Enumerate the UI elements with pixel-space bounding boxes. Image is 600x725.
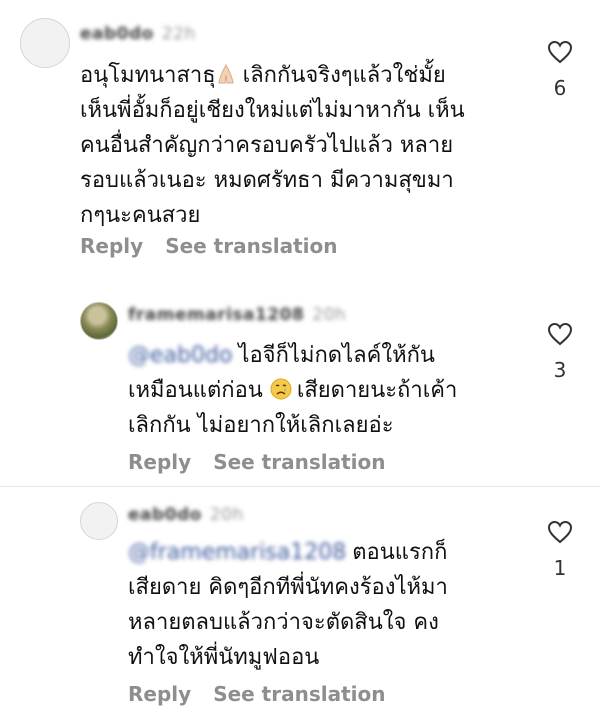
comment-username[interactable]: eab0do 20h [128,505,244,525]
comment-actions: Reply See translation [128,682,408,706]
like-column: 1 [540,520,580,580]
comment-line: คนอื่นสำคัญกว่าครอบครัวไปแล้ว หลาย [80,133,454,158]
heart-icon[interactable] [547,322,573,346]
avatar[interactable] [80,302,118,340]
comment-line: หลายตลบแล้วกว่าจะตัดสินใจ คง [128,610,439,635]
comment-line: เสียดายนะถ้าเค้า [289,378,458,403]
avatar[interactable] [80,502,118,540]
comment-text: @eab0do ไอจีก็ไม่กดไลค์ให้กัน เหมือนแต่ก่… [128,338,457,443]
comment-time: 22h [161,24,196,44]
comment-text: อนุโมทนาสาธุ เลิกกันจริงๆแล้วใช่มั้ย เห็… [80,58,465,233]
comment-username[interactable]: eab0do 22h [80,24,196,44]
comment-line: ตอนแรกก็ [352,540,448,565]
comment-actions: Reply See translation [128,450,408,474]
like-count: 3 [553,358,567,382]
see-translation-button[interactable]: See translation [213,682,385,706]
comment-line: ทำใจให้พี่นัทมูฟออน [128,645,320,670]
like-column: 6 [540,40,580,100]
comment-line: กๆนะคนสวย [80,203,201,228]
comment-line: เลิกกัน ไม่อยากให้เลิกเลยอ่ะ [128,413,394,438]
comment-line: ไอจีก็ไม่กดไลค์ให้กัน [238,343,435,368]
reply-button[interactable]: Reply [128,450,191,474]
username-text[interactable]: eab0do [128,505,202,525]
comment-line: อนุโมทนาสาธุ [80,63,216,88]
comment-time: 20h [312,305,347,325]
comment-text: @framemarisa1208 ตอนแรกก็ เสียดาย คิดๆอีก… [128,535,448,675]
comment-line: รอบแล้วเนอะ หมดศรัทธา มีความสุขมา [80,168,454,193]
username-text[interactable]: eab0do [80,24,154,44]
reply-button[interactable]: Reply [128,682,191,706]
crying-face-emoji [270,376,292,400]
like-count: 6 [553,76,567,100]
comment-time: 20h [209,505,244,525]
comment-line: เลิกกันจริงๆแล้วใช่มั้ย [235,63,446,88]
see-translation-button[interactable]: See translation [213,450,385,474]
heart-icon[interactable] [547,40,573,64]
comment-username[interactable]: framemarisa1208 20h [128,305,346,325]
username-text[interactable]: framemarisa1208 [128,305,304,325]
divider [0,486,600,487]
comment-line: เสียดาย คิดๆอีกทีพี่นัทคงร้องไห้มา [128,575,448,600]
reply-button[interactable]: Reply [80,234,143,258]
see-translation-button[interactable]: See translation [165,234,337,258]
comment-line: เห็นพี่อั้มก็อยู่เชียงใหม่แต่ไม่มาหากัน … [80,98,465,123]
like-count: 1 [553,556,567,580]
mention-link[interactable]: @eab0do [128,343,232,368]
comment-actions: Reply See translation [80,234,360,258]
mention-link[interactable]: @framemarisa1208 [128,540,346,565]
like-column: 3 [540,322,580,382]
avatar[interactable] [20,18,70,68]
folded-hands-emoji [216,61,236,84]
comment-line: เหมือนแต่ก่อน [128,378,263,403]
heart-icon[interactable] [547,520,573,544]
